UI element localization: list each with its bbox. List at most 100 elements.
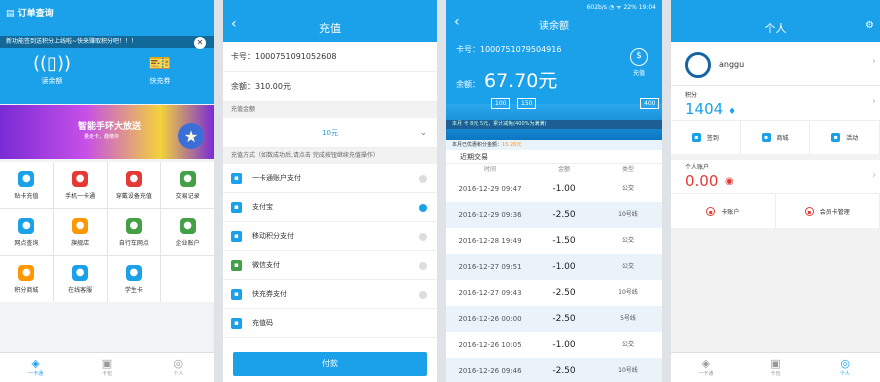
chevron-right-icon: › bbox=[872, 170, 876, 181]
shield-icon: ● bbox=[179, 217, 196, 234]
read-balance-button[interactable]: ((▯)) 读余额 bbox=[22, 52, 82, 86]
grid-item[interactable]: ● 学生卡 bbox=[107, 256, 161, 302]
table-cell: -1.50 bbox=[552, 236, 576, 246]
close-icon[interactable]: ✕ bbox=[194, 37, 206, 49]
card-icon: ◈ bbox=[31, 357, 40, 370]
card-icon: ● bbox=[18, 170, 35, 187]
grid-item[interactable]: ● 穿戴设备充值 bbox=[107, 162, 161, 208]
quick-actions: ▪ 签到 ▪ 商城 ▪ 活动 bbox=[671, 120, 880, 154]
transaction-table: 2016-12-29 09:47 -1.00 公交 2016-12-29 09:36 -… bbox=[446, 176, 662, 382]
grid-item-label: 交易记录 bbox=[175, 192, 200, 200]
recharge-screen: ‹ 充值 卡号：1000751091052608 余额：310.00元 充值金额… bbox=[223, 0, 437, 382]
account-action-1[interactable]: ▪ 会员卡管理 bbox=[776, 194, 880, 228]
tab-label: 一卡通 bbox=[28, 371, 44, 377]
payment-method-label: 充值码 bbox=[252, 319, 273, 327]
tag-100: 100 bbox=[491, 98, 511, 109]
grid-item[interactable]: ● 企业账户 bbox=[161, 209, 214, 255]
payment-method-item[interactable]: ▪ 支付宝 bbox=[223, 193, 437, 222]
code-icon: ▪ bbox=[231, 317, 242, 329]
grid-item[interactable]: ● 手机一卡通 bbox=[53, 162, 107, 208]
card-icon: ◈ bbox=[701, 357, 711, 370]
points-value: 1404 ♦ bbox=[685, 100, 737, 118]
watch-icon: ● bbox=[125, 170, 142, 187]
month-discount: 本月已优惠积分金额：15.26元 bbox=[446, 140, 662, 150]
personal-account[interactable]: 个人账户 0.00 ◉ › bbox=[671, 160, 880, 194]
discount-strip: 本月 卡 8元 5元，累计减免(400%为满满) bbox=[446, 120, 662, 129]
tab-1[interactable]: ▣ 卡包 bbox=[741, 353, 811, 382]
radio-button[interactable] bbox=[419, 204, 427, 212]
table-cell: -2.50 bbox=[552, 314, 576, 324]
coins-icon: ● bbox=[18, 264, 35, 281]
payment-method-item[interactable]: ▪ 微信支付 bbox=[223, 251, 437, 280]
dollar-icon: $ bbox=[630, 48, 648, 66]
username: anggu bbox=[719, 60, 745, 69]
radio-button[interactable] bbox=[419, 175, 427, 183]
grid-item[interactable]: ● 交易记录 bbox=[161, 162, 214, 208]
nfc-icon: ((▯)) bbox=[33, 53, 71, 74]
service-grid: ● 贴卡充值 ● 手机一卡通 ● 穿戴设备充值 ● 交易记录 ● 网点查询 ● 旗舰店 ● 自行车网点 ● 企… bbox=[0, 162, 214, 302]
tab-0[interactable]: ◈ 一卡通 bbox=[0, 353, 71, 382]
table-cell: 2016-12-29 09:36 bbox=[458, 211, 522, 219]
amount-select[interactable]: 10元 ⌄ bbox=[223, 118, 437, 148]
charge-button[interactable]: $ 充值 bbox=[630, 48, 648, 77]
radio-button[interactable] bbox=[419, 291, 427, 299]
settings-icon[interactable]: ⚙ bbox=[865, 20, 874, 31]
tab-bar: ◈ 一卡通 ▣ 卡包 ◎ 个人 bbox=[0, 352, 214, 382]
action-0[interactable]: ▪ 签到 bbox=[671, 121, 741, 154]
table-cell: -1.00 bbox=[552, 184, 576, 194]
card-number: 卡号：1000751079504916 bbox=[456, 45, 562, 54]
payment-method-label: 快充券支付 bbox=[252, 290, 287, 298]
diamond-icon: ♦ bbox=[727, 107, 737, 117]
wallet-icon: ▣ bbox=[101, 357, 113, 370]
grid-item-label: 旗舰店 bbox=[71, 239, 90, 247]
tab-2[interactable]: ◎ 个人 bbox=[143, 353, 214, 382]
list-icon: ● bbox=[179, 170, 196, 187]
grid-item[interactable]: ● 自行车网点 bbox=[107, 209, 161, 255]
grid-item[interactable]: ● 积分商城 bbox=[0, 256, 53, 302]
table-cell: 2016-12-29 09:47 bbox=[458, 185, 522, 193]
balance-card: 602b/s ◔ ᯤ 22% 19:04 ‹ 读余额 卡号：1000751079… bbox=[446, 0, 662, 140]
action-1[interactable]: ▪ 商城 bbox=[741, 121, 811, 154]
grid-item[interactable]: ● 网点查询 bbox=[0, 209, 53, 255]
radio-button[interactable] bbox=[419, 233, 427, 241]
grid-item[interactable]: ● 在线客服 bbox=[53, 256, 107, 302]
grid-item-label: 穿戴设备充值 bbox=[115, 192, 152, 200]
order-query-link[interactable]: ▤ 订单查询 bbox=[6, 6, 54, 19]
wallet-icon: ▪ bbox=[231, 172, 242, 184]
service-icon: ● bbox=[72, 264, 89, 281]
account-action-0[interactable]: ▪ 卡账户 bbox=[671, 194, 776, 228]
phone-icon: ● bbox=[72, 170, 89, 187]
tab-0[interactable]: ◈ 一卡通 bbox=[671, 353, 741, 382]
user-card[interactable]: anggu › bbox=[671, 42, 880, 86]
checkin-icon: ▪ bbox=[691, 133, 701, 142]
page-title: 个人 bbox=[764, 22, 787, 35]
table-cell: -1.00 bbox=[552, 262, 576, 272]
table-cell: 2016-12-27 09:51 bbox=[458, 263, 522, 271]
table-cell: 公交 bbox=[621, 185, 634, 192]
action-2[interactable]: ▪ 活动 bbox=[810, 121, 880, 154]
grid-item-label: 自行车网点 bbox=[118, 239, 149, 247]
promo-banner[interactable]: 智能手环大放送 量走卡，趣缴存 ★ bbox=[0, 105, 214, 159]
star-icon: ● bbox=[72, 217, 89, 234]
method-section-label: 充值方式（如数成功后,请点击 完成按钮继续充值操作） bbox=[223, 148, 437, 164]
radio-button[interactable] bbox=[419, 262, 427, 270]
payment-method-item[interactable]: ▪ 快充券支付 bbox=[223, 280, 437, 309]
recharge-header: ‹ 充值 bbox=[223, 0, 437, 42]
eye-icon[interactable]: ◉ bbox=[725, 176, 734, 187]
tab-2[interactable]: ◎ 个人 bbox=[810, 353, 880, 382]
payment-method-item[interactable]: ▪ 一卡通账户支付 bbox=[223, 164, 437, 193]
payment-method-item[interactable]: ▪ 移动积分支付 bbox=[223, 222, 437, 251]
quick-charge-button[interactable]: 🎫 快充券 bbox=[130, 52, 190, 86]
points-card: 积分 1404 ♦ › bbox=[671, 86, 880, 120]
grid-item-label: 手机一卡通 bbox=[65, 192, 96, 200]
person-icon: ◎ bbox=[840, 357, 850, 370]
pay-button[interactable]: 付款 bbox=[233, 352, 427, 376]
grid-item[interactable]: ● 旗舰店 bbox=[53, 209, 107, 255]
grid-item-label: 网点查询 bbox=[14, 239, 39, 247]
payment-method-item[interactable]: ▪ 充值码 bbox=[223, 309, 437, 338]
page-title: 充值 bbox=[319, 22, 341, 35]
table-cell: 公交 bbox=[621, 237, 634, 244]
grid-item[interactable]: ● 贴卡充值 bbox=[0, 162, 53, 208]
tab-1[interactable]: ▣ 卡包 bbox=[71, 353, 142, 382]
table-row: 2016-12-28 19:49 -1.50 公交 bbox=[446, 228, 662, 254]
